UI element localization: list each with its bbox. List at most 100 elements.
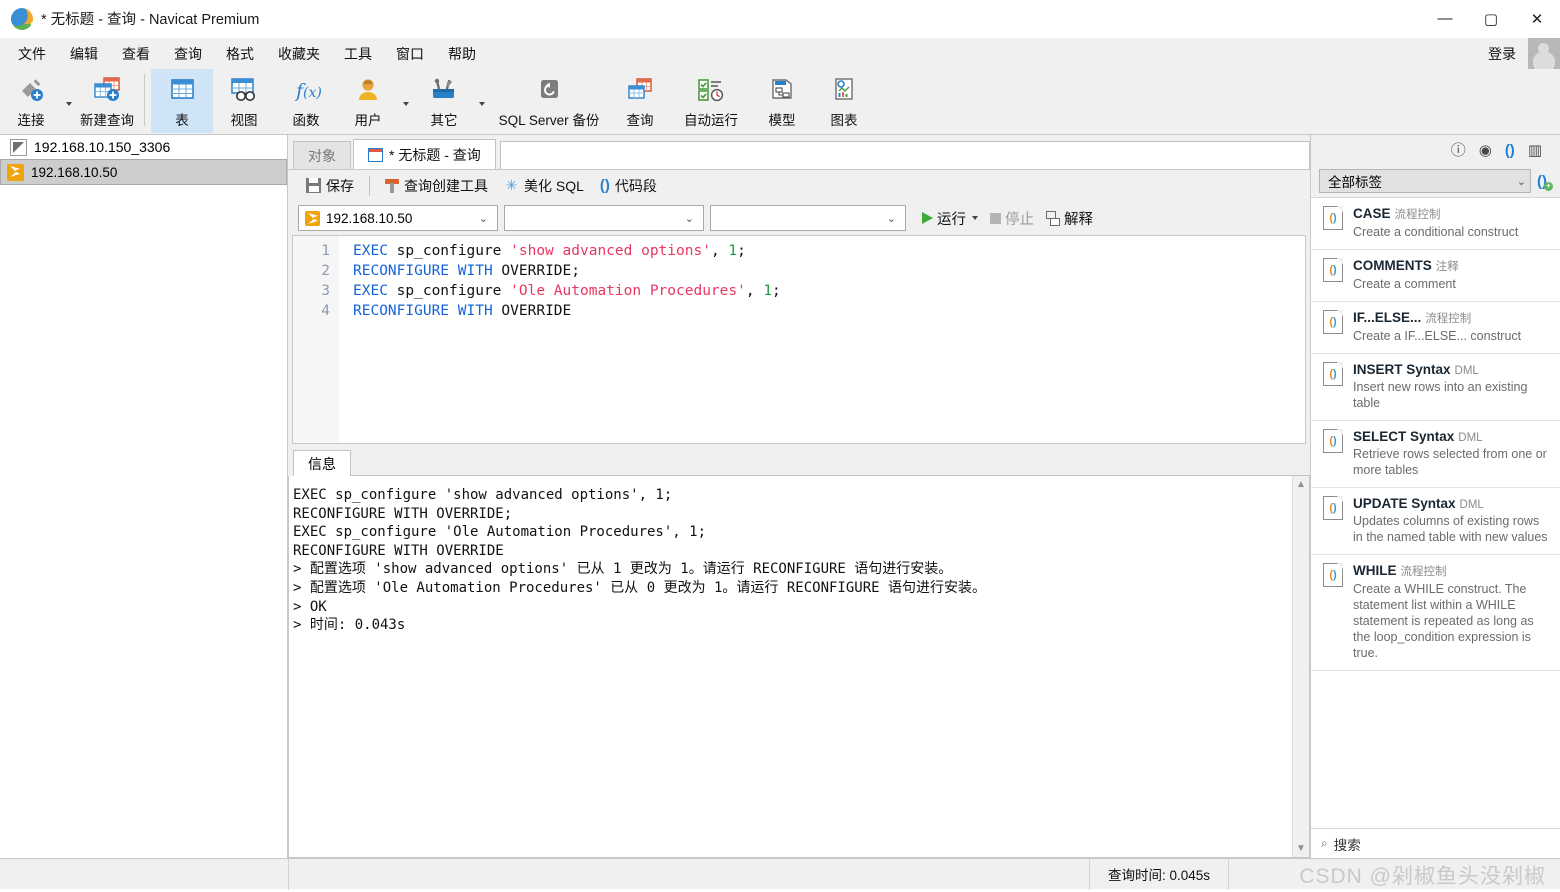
snippet-search-row[interactable]: ⌕ 搜索 — [1311, 828, 1560, 858]
tab-query[interactable]: * 无标题 - 查询 — [353, 139, 496, 169]
toolbar-divider — [144, 74, 145, 126]
toolbar-chart-label: 图表 — [830, 113, 858, 128]
save-button[interactable]: 保存 — [298, 174, 362, 198]
code-snippet-icon[interactable]: () — [1505, 143, 1515, 158]
connection-item-mysql[interactable]: 192.168.10.150_3306 — [0, 135, 287, 159]
structure-icon[interactable]: ▥ — [1528, 143, 1542, 158]
scroll-up-icon[interactable]: ▲ — [1296, 479, 1306, 490]
toolbar-function[interactable]: f (x) 函数 — [275, 69, 337, 133]
toolbar-new-query[interactable]: 新建查询 — [76, 69, 138, 133]
code-token: OVERRIDE; — [492, 263, 580, 279]
snippet-list[interactable]: () CASE 流程控制 Create a conditional construct… — [1311, 197, 1560, 828]
close-button[interactable]: ✕ — [1514, 0, 1560, 38]
toolbar-query[interactable]: 查询 — [609, 69, 671, 133]
search-input[interactable]: 搜索 — [1334, 834, 1361, 854]
login-link[interactable]: 登录 — [1488, 44, 1528, 64]
snippet-file-icon: () — [1323, 563, 1343, 587]
snippet-description: Create a IF...ELSE... construct — [1353, 329, 1522, 343]
connection-item-sqlserver[interactable]: 192.168.10.50 — [0, 159, 287, 185]
snippet-tag: DML — [1454, 365, 1479, 377]
toolbar-table[interactable]: 表 — [151, 69, 213, 133]
add-snippet-icon[interactable]: () + — [1537, 173, 1553, 191]
menu-tools[interactable]: 工具 — [332, 41, 384, 67]
code-line: EXEC sp_configure 'Ole Automation Proced… — [353, 281, 1305, 301]
workspace-tabs: 对象 * 无标题 - 查询 — [288, 135, 1310, 169]
code-snippet-button[interactable]: () 代码段 — [592, 174, 665, 198]
menu-query[interactable]: 查询 — [162, 41, 214, 67]
code-token: , — [710, 243, 729, 259]
editor-code[interactable]: EXEC sp_configure 'show advanced options… — [339, 236, 1305, 443]
tab-messages-label: 信息 — [308, 455, 336, 472]
code-token: RECONFIGURE WITH — [353, 303, 493, 319]
toolbar-connection-caret[interactable] — [62, 69, 76, 133]
eye-icon[interactable]: ◉ — [1479, 143, 1492, 158]
toolbar-others-caret[interactable] — [475, 69, 489, 133]
info-icon[interactable]: ⓘ — [1451, 143, 1466, 158]
maximize-button[interactable]: ▢ — [1468, 0, 1514, 38]
menu-format[interactable]: 格式 — [214, 41, 266, 67]
code-line: RECONFIGURE WITH OVERRIDE — [353, 301, 1305, 321]
tab-query-label: * 无标题 - 查询 — [389, 146, 481, 163]
list-item[interactable]: () WHILE 流程控制 Create a WHILE construct. The… — [1311, 555, 1560, 671]
toolbar-connection[interactable]: 连接 — [0, 69, 62, 133]
window-controls: — ▢ ✕ — [1422, 0, 1560, 38]
minimize-button[interactable]: — — [1422, 0, 1468, 38]
toolbar-chart[interactable]: 图表 — [813, 69, 875, 133]
scroll-down-icon[interactable]: ▼ — [1296, 843, 1306, 854]
beautify-sql-label: 美化 SQL — [524, 177, 584, 194]
menu-view[interactable]: 查看 — [110, 41, 162, 67]
schema-selector[interactable]: ⌄ — [710, 205, 906, 231]
toolbar-view[interactable]: 视图 — [213, 69, 275, 133]
toolbar: 连接 新建查询 表 视图 f (x) 函数 用户 其它 SQL Server 备… — [0, 69, 1560, 135]
menu-help[interactable]: 帮助 — [436, 41, 488, 67]
connection-name: 192.168.10.150_3306 — [34, 139, 171, 155]
chevron-down-icon — [403, 102, 409, 106]
tab-messages[interactable]: 信息 — [293, 450, 351, 476]
messages-scrollbar[interactable]: ▲ ▼ — [1292, 476, 1309, 857]
list-item[interactable]: () INSERT Syntax DML Insert new rows into a… — [1311, 354, 1560, 421]
database-selector[interactable]: ⌄ — [504, 205, 704, 231]
code-token: sp_configure — [387, 283, 511, 299]
explain-button[interactable]: 解释 — [1064, 208, 1093, 229]
snippet-tag: DML — [1459, 499, 1484, 511]
connection-name: 192.168.10.50 — [31, 164, 118, 180]
stop-button[interactable]: 停止 — [1005, 208, 1034, 229]
query-builder-button[interactable]: 查询创建工具 — [377, 174, 496, 198]
snippet-tag: 流程控制 — [1400, 566, 1447, 578]
snippet-title: WHILE 流程控制 — [1353, 563, 1447, 578]
snippet-file-icon: () — [1323, 496, 1343, 520]
tab-objects[interactable]: 对象 — [293, 141, 351, 169]
toolbar-user-caret[interactable] — [399, 69, 413, 133]
toolbar-sqlserver-backup[interactable]: SQL Server 备份 — [489, 69, 609, 133]
menu-window[interactable]: 窗口 — [384, 41, 436, 67]
connection-selector[interactable]: 192.168.10.50 ⌄ — [298, 205, 498, 231]
list-item[interactable]: () IF...ELSE... 流程控制 Create a IF...ELSE... … — [1311, 302, 1560, 354]
list-item[interactable]: () UPDATE Syntax DML Updates columns of exi… — [1311, 488, 1560, 555]
line-number: 1 — [321, 243, 330, 259]
code-token: OVERRIDE — [492, 303, 572, 319]
menu-favorites[interactable]: 收藏夹 — [266, 41, 332, 67]
list-item[interactable]: () COMMENTS 注释 Create a comment — [1311, 250, 1560, 302]
toolbar-others[interactable]: 其它 — [413, 69, 475, 133]
title-bar: * 无标题 - 查询 - Navicat Premium — ▢ ✕ — [0, 0, 1560, 38]
toolbar-user[interactable]: 用户 — [337, 69, 399, 133]
list-item[interactable]: () CASE 流程控制 Create a conditional construct — [1311, 198, 1560, 250]
menu-file[interactable]: 文件 — [6, 41, 58, 67]
avatar[interactable] — [1528, 38, 1560, 69]
connection-selector-value: 192.168.10.50 — [326, 210, 413, 226]
messages-body: EXEC sp_configure 'show advanced options… — [288, 476, 1310, 858]
list-item[interactable]: () SELECT Syntax DML Retrieve rows selected… — [1311, 421, 1560, 488]
tag-filter-select[interactable]: 全部标签 ⌄ — [1319, 169, 1531, 193]
run-options-caret-icon[interactable] — [972, 216, 978, 220]
snippet-description: Retrieve rows selected from one or more … — [1353, 447, 1547, 477]
toolbar-sqlserver-backup-label: SQL Server 备份 — [498, 113, 600, 128]
beautify-sql-button[interactable]: ✳ 美化 SQL — [496, 174, 592, 198]
run-button[interactable]: 运行 — [937, 208, 966, 229]
query-toolbar: 保存 查询创建工具 ✳ 美化 SQL () 代码段 — [288, 169, 1310, 201]
toolbar-model[interactable]: 模型 — [751, 69, 813, 133]
snippet-file-icon: () — [1323, 206, 1343, 230]
toolbar-automation[interactable]: 自动运行 — [671, 69, 751, 133]
sql-editor[interactable]: 1 2 3 4 EXEC sp_configure 'show advanced op… — [292, 235, 1306, 444]
menu-edit[interactable]: 编辑 — [58, 41, 110, 67]
messages-text: EXEC sp_configure 'show advanced options… — [293, 487, 987, 634]
